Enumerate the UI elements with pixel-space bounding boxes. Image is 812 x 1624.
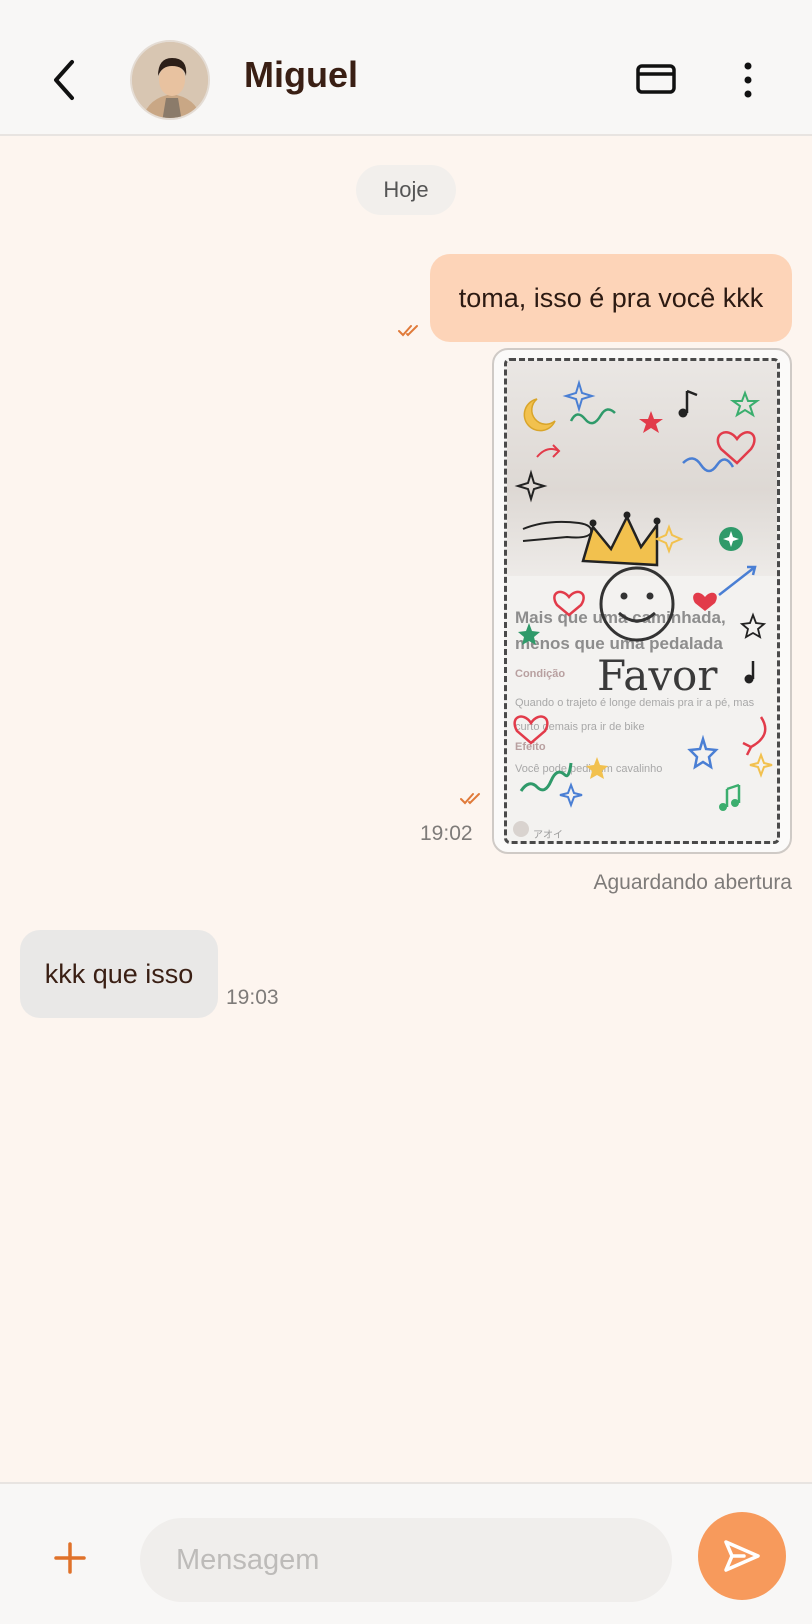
- contact-name[interactable]: Miguel: [244, 54, 358, 96]
- delivery-status: Aguardando abertura: [593, 871, 793, 894]
- chat-header: Miguel: [0, 0, 812, 136]
- message-time: 19:03: [226, 986, 279, 1009]
- card-button[interactable]: [630, 56, 682, 104]
- favor-card-frame: Mais que uma caminhada, menos que uma pe…: [504, 358, 780, 844]
- message-time: 19:02: [420, 822, 473, 845]
- back-button[interactable]: [42, 48, 86, 112]
- doodle-decorations: [513, 379, 773, 837]
- message-input[interactable]: [140, 1518, 672, 1602]
- date-separator: Hoje: [356, 165, 456, 215]
- card-icon: [636, 64, 676, 94]
- attach-button[interactable]: [48, 1536, 92, 1580]
- more-vertical-icon: [744, 62, 752, 98]
- send-button[interactable]: [698, 1512, 786, 1600]
- more-options-button[interactable]: [728, 56, 768, 104]
- message-composer: [0, 1482, 812, 1624]
- read-check-icon: [398, 325, 418, 337]
- outgoing-message-bubble[interactable]: toma, isso é pra você kkk: [430, 254, 792, 342]
- favor-title: Favor: [597, 651, 718, 700]
- send-icon: [724, 1540, 760, 1572]
- read-check-icon: [460, 793, 480, 805]
- favor-card[interactable]: Mais que uma caminhada, menos que uma pe…: [492, 348, 792, 854]
- chevron-left-icon: [54, 60, 74, 100]
- plus-icon: [54, 1542, 86, 1574]
- avatar[interactable]: [130, 40, 210, 120]
- incoming-message-bubble[interactable]: kkk que isso: [20, 930, 218, 1018]
